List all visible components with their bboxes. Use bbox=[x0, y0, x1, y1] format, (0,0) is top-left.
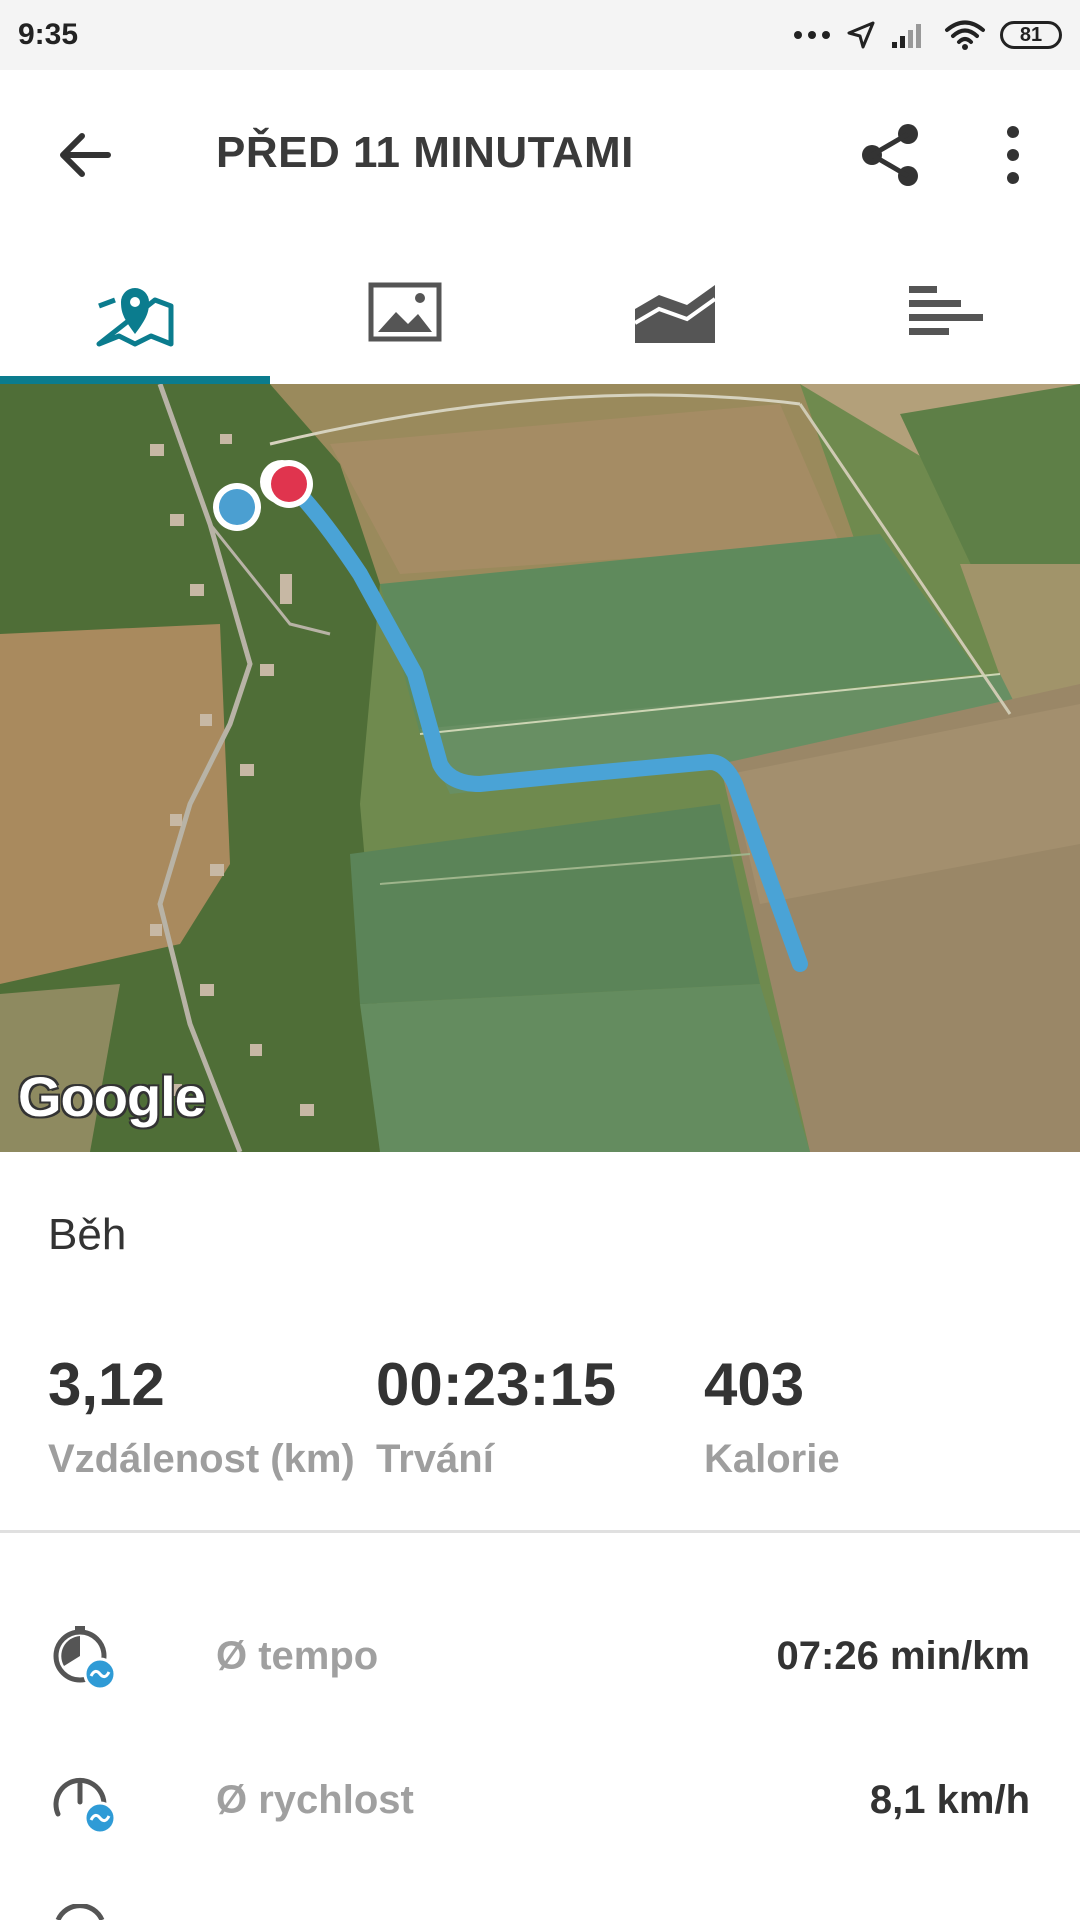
detail-value: 8,1 km/h bbox=[869, 1778, 1030, 1822]
tab-charts[interactable] bbox=[540, 240, 810, 384]
google-attribution: Google bbox=[18, 1065, 206, 1128]
detail-row-speed: Ø rychlost 8,1 km/h bbox=[0, 1766, 1080, 1886]
overflow-menu-icon[interactable] bbox=[990, 122, 1036, 188]
stat-value: 403 bbox=[704, 1351, 805, 1418]
image-icon bbox=[368, 282, 442, 342]
status-icons: 81 bbox=[792, 19, 1062, 51]
tab-photos[interactable] bbox=[270, 240, 540, 384]
app-bar: PŘED 11 MINUTAMI bbox=[0, 70, 1080, 240]
route-overlay bbox=[213, 460, 808, 972]
area-chart-icon bbox=[633, 285, 717, 343]
activity-type: Běh bbox=[48, 1210, 127, 1259]
more-dots-icon bbox=[794, 31, 830, 39]
battery-level: 81 bbox=[1019, 23, 1043, 46]
detail-label: Ø rychlost bbox=[216, 1778, 414, 1822]
stat-value: 00:23:15 bbox=[376, 1351, 617, 1418]
map-pin-icon bbox=[96, 288, 174, 347]
stat-value: 3,12 bbox=[48, 1351, 165, 1418]
end-marker[interactable] bbox=[265, 460, 313, 508]
route-path bbox=[282, 476, 808, 972]
summary-stats: 3,12 Vzdálenost (km) 00:23:15 Trvání 403… bbox=[48, 1350, 1048, 1490]
battery-indicator: 81 bbox=[1000, 21, 1062, 49]
next-row-icon bbox=[55, 1904, 105, 1920]
divider bbox=[0, 1530, 1080, 1533]
tab-bar bbox=[0, 240, 1080, 384]
status-time: 9:35 bbox=[18, 18, 79, 51]
location-arrow-icon bbox=[847, 21, 875, 49]
stat-duration: 00:23:15 Trvání bbox=[376, 1350, 616, 1482]
back-arrow-icon[interactable] bbox=[52, 122, 118, 188]
stat-label: Vzdálenost (km) bbox=[48, 1437, 355, 1481]
speedometer-avg-icon bbox=[53, 1777, 117, 1835]
tab-splits[interactable] bbox=[810, 240, 1080, 384]
detail-value: 07:26 min/km bbox=[776, 1634, 1030, 1678]
route-map[interactable]: Google bbox=[0, 384, 1080, 1152]
start-marker[interactable] bbox=[213, 483, 261, 531]
bars-icon bbox=[909, 286, 983, 335]
signal-icon bbox=[892, 24, 921, 48]
detail-row-pace: Ø tempo 07:26 min/km bbox=[0, 1622, 1080, 1742]
page-title: PŘED 11 MINUTAMI bbox=[216, 128, 634, 177]
tab-map[interactable] bbox=[0, 240, 270, 384]
status-bar: 9:35 81 bbox=[0, 0, 1080, 70]
stat-calories: 403 Kalorie bbox=[704, 1350, 840, 1482]
share-icon[interactable] bbox=[858, 122, 924, 188]
stat-label: Kalorie bbox=[704, 1437, 840, 1481]
stat-label: Trvání bbox=[376, 1437, 494, 1481]
timer-avg-icon bbox=[53, 1626, 117, 1691]
detail-label: Ø tempo bbox=[216, 1634, 379, 1678]
wifi-icon bbox=[945, 20, 985, 50]
stat-distance: 3,12 Vzdálenost (km) bbox=[48, 1350, 355, 1482]
